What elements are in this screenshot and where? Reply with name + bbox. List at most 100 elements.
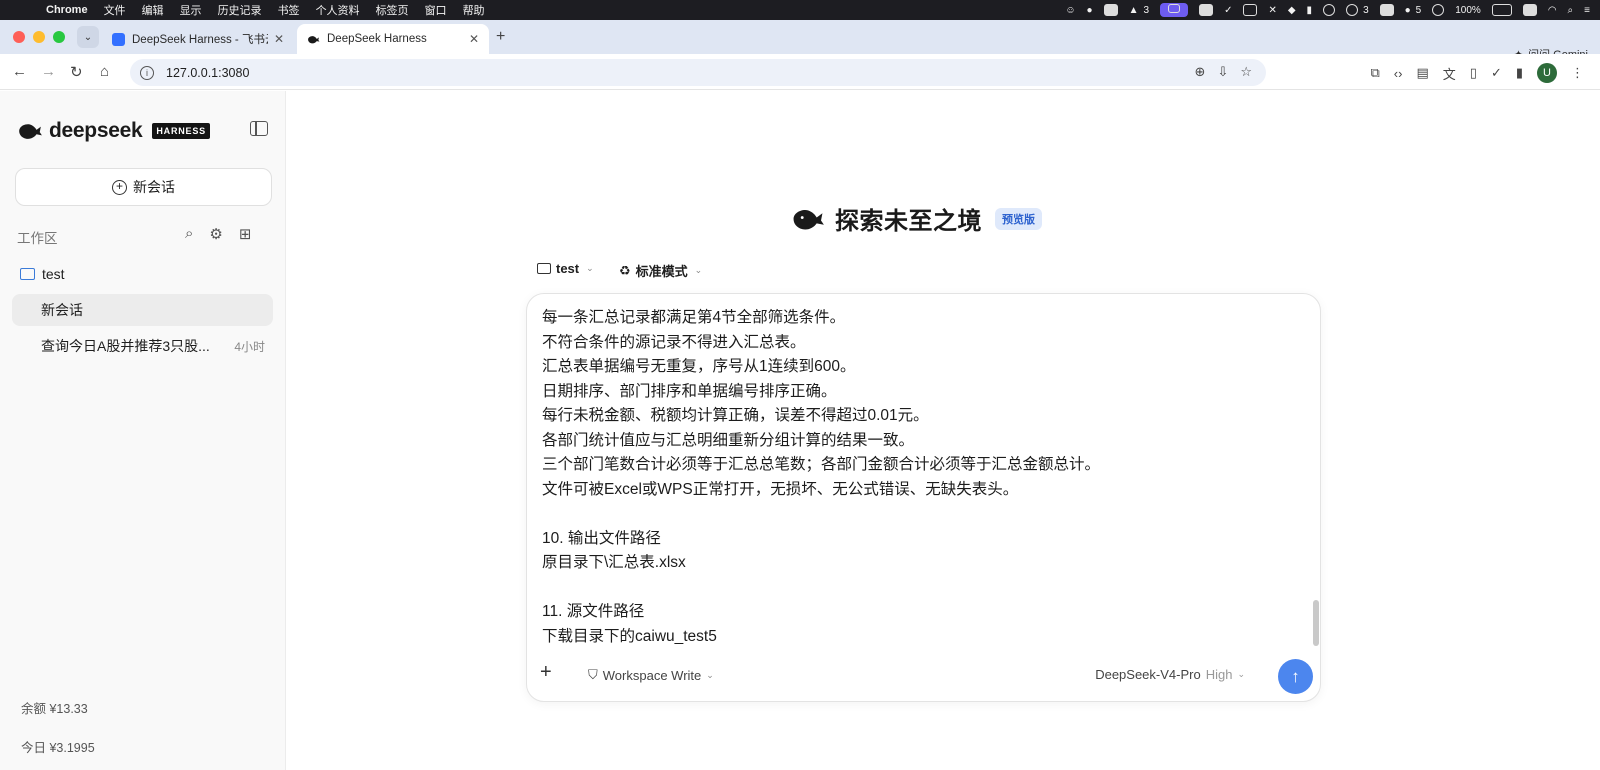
page-title-text: 探索未至之境 — [835, 208, 982, 235]
permission-selector[interactable]: ⛉ Workspace Write ⌄ — [588, 667, 714, 683]
shield-check-icon: ⛉ — [588, 667, 598, 682]
chevron-down-icon: ⌄ — [706, 669, 714, 680]
mode-selector[interactable]: ♻ 标准模式 ⌄ — [619, 261, 702, 280]
chevron-down-icon: ⌄ — [694, 265, 703, 275]
sidebar-extension-icon[interactable]: ▮ — [1516, 65, 1523, 81]
sidebar: deepseek HARNESS + 新会话 工作区 ⌕ ⚙ ⊞ test 新会… — [0, 91, 286, 770]
brand-logo[interactable]: deepseek HARNESS — [17, 119, 210, 143]
zoom-icon[interactable]: ⊕ — [1195, 64, 1206, 80]
more-menu-icon[interactable]: ⋮ — [1571, 65, 1584, 81]
close-tab-icon[interactable]: ✕ — [274, 32, 284, 46]
message-composer[interactable]: 每一条汇总记录都满足第4节全部筛选条件。 不符合条件的源记录不得进入汇总表。 汇… — [526, 293, 1321, 702]
home-icon[interactable]: ⌂ — [100, 63, 109, 80]
screen-share-icon[interactable] — [1160, 3, 1189, 17]
control-center-icon[interactable]: ≡ — [1584, 5, 1590, 16]
battery-icon[interactable] — [1491, 4, 1512, 16]
site-info-icon[interactable]: i — [140, 65, 154, 80]
menu-bookmarks[interactable]: 书签 — [270, 2, 308, 18]
folder-selector[interactable]: test ⌄ — [537, 261, 594, 276]
bird-extension-icon[interactable]: ✓ — [1491, 65, 1502, 81]
url-text[interactable]: 127.0.0.1:3080 — [166, 66, 249, 80]
recycle-icon: ♻ — [619, 262, 631, 278]
openai-status-icon[interactable] — [1323, 4, 1336, 16]
search-icon[interactable]: ⌕ — [185, 225, 193, 243]
face-status-icon[interactable]: ☺ — [1065, 5, 1075, 16]
composer-line — [542, 502, 1302, 527]
address-bar[interactable]: i 127.0.0.1:3080 ⊕ ⇩ ☆ — [130, 59, 1266, 86]
extensions-icon[interactable]: ⧉ — [1371, 65, 1380, 81]
tab-feishu-doc[interactable]: DeepSeek Harness - 飞书云文档 ✕ — [102, 24, 294, 54]
menu-app-name[interactable]: Chrome — [44, 4, 96, 16]
zoom-window-button[interactable] — [53, 31, 65, 43]
menu-file[interactable]: 文件 — [96, 2, 134, 18]
attach-plus-button[interactable]: + — [540, 661, 552, 684]
page-title: 探索未至之境 预览版 — [790, 201, 1042, 236]
shirt-status-icon[interactable]: ▲ — [1129, 5, 1139, 16]
tab-search-button[interactable]: ⌄ — [77, 26, 99, 48]
status-count-b: 3 — [1363, 4, 1369, 16]
mic-status-icon[interactable]: ● — [1087, 5, 1093, 16]
close-tab-icon[interactable]: ✕ — [469, 32, 479, 46]
s-status-icon[interactable] — [1522, 4, 1537, 16]
robot-status-icon[interactable] — [1243, 4, 1258, 16]
wifi-icon[interactable]: ◠ — [1548, 5, 1557, 16]
preview-badge: 预览版 — [995, 207, 1042, 230]
menu-history[interactable]: 历史记录 — [210, 2, 270, 18]
menu-window[interactable]: 窗口 — [417, 2, 455, 18]
menu-tabs[interactable]: 标签页 — [368, 2, 417, 18]
tab-deepseek-harness[interactable]: DeepSeek Harness ✕ — [297, 24, 489, 54]
bookmark-star-icon[interactable]: ☆ — [1240, 64, 1252, 80]
composer-scrollbar[interactable] — [1313, 600, 1319, 646]
harness-badge: HARNESS — [152, 123, 210, 139]
minimize-window-button[interactable] — [33, 31, 45, 43]
shield-status-icon[interactable]: ◆ — [1288, 5, 1296, 16]
bird-status-icon[interactable]: ✓ — [1224, 5, 1232, 16]
chat-bubble-status-icon[interactable] — [1346, 4, 1359, 16]
filter-icon[interactable]: ⚙ — [209, 225, 222, 243]
input-method-icon[interactable] — [1103, 4, 1118, 16]
new-chat-label: 新会话 — [133, 179, 175, 195]
send-button[interactable]: ↑ — [1278, 659, 1313, 694]
new-chat-button[interactable]: + 新会话 — [15, 168, 272, 206]
spotlight-search-icon[interactable]: ⌕ — [1568, 5, 1574, 16]
close-window-button[interactable] — [13, 31, 25, 43]
macos-menu-bar: Chrome 文件 编辑 显示 历史记录 书签 个人资料 标签页 窗口 帮助 ☺… — [0, 0, 1600, 20]
composer-line: 10. 输出文件路径 — [542, 529, 661, 547]
profile-avatar[interactable]: U — [1537, 63, 1557, 83]
wps-status-icon[interactable] — [1199, 4, 1214, 16]
back-arrow-icon[interactable]: ← — [12, 63, 27, 80]
install-app-icon[interactable]: ⇩ — [1217, 64, 1228, 80]
menu-help[interactable]: 帮助 — [455, 2, 493, 18]
folder-icon — [20, 268, 35, 280]
folder-item-test[interactable]: test — [20, 266, 65, 282]
today-cost-text: 今日 ¥3.1995 — [21, 741, 95, 755]
new-folder-icon[interactable]: ⊞ — [239, 225, 252, 243]
trash-icon[interactable]: ▯ — [1470, 65, 1477, 81]
cross-status-icon[interactable]: ✕ — [1268, 5, 1276, 16]
composer-textarea[interactable]: 每一条汇总记录都满足第4节全部筛选条件。 不符合条件的源记录不得进入汇总表。 汇… — [542, 306, 1302, 649]
chat-item-selected[interactable]: 新会话 — [12, 294, 273, 326]
chevron-down-icon: ⌄ — [83, 31, 93, 43]
play-status-icon[interactable] — [1432, 4, 1445, 16]
feishu-doc-icon — [112, 32, 125, 46]
composer-line: 下载目录下的caiwu_test5 — [542, 627, 717, 645]
layout-icon[interactable]: ▤ — [1416, 65, 1428, 81]
translate-icon[interactable]: 文 — [1443, 64, 1456, 83]
composer-line: 日期排序、部门排序和单据编号排序正确。 — [542, 382, 837, 400]
menu-view[interactable]: 显示 — [172, 2, 210, 18]
wechat-status-icon[interactable]: ● — [1405, 5, 1411, 16]
forward-arrow-icon[interactable]: → — [41, 63, 56, 80]
bottle-status-icon[interactable]: ▮ — [1307, 5, 1313, 16]
new-tab-button[interactable]: + — [496, 28, 505, 46]
balance-text: 余额 ¥13.33 — [21, 702, 88, 716]
composer-line: 汇总表单据编号无重复，序号从1连续到600。 — [542, 358, 856, 375]
chat-item[interactable]: 查询今日A股并推荐3只股... 4小时 — [12, 330, 273, 362]
composer-line: 每一条汇总记录都满足第4节全部筛选条件。 — [542, 309, 846, 326]
menu-edit[interactable]: 编辑 — [134, 2, 172, 18]
p-status-icon[interactable] — [1379, 4, 1394, 16]
code-icon[interactable]: ‹› — [1394, 66, 1403, 81]
menu-profiles[interactable]: 个人资料 — [308, 2, 368, 18]
reload-icon[interactable]: ↻ — [70, 63, 83, 81]
collapse-sidebar-icon[interactable] — [250, 121, 268, 136]
model-selector[interactable]: DeepSeek-V4-Pro High ⌄ — [1095, 667, 1245, 682]
